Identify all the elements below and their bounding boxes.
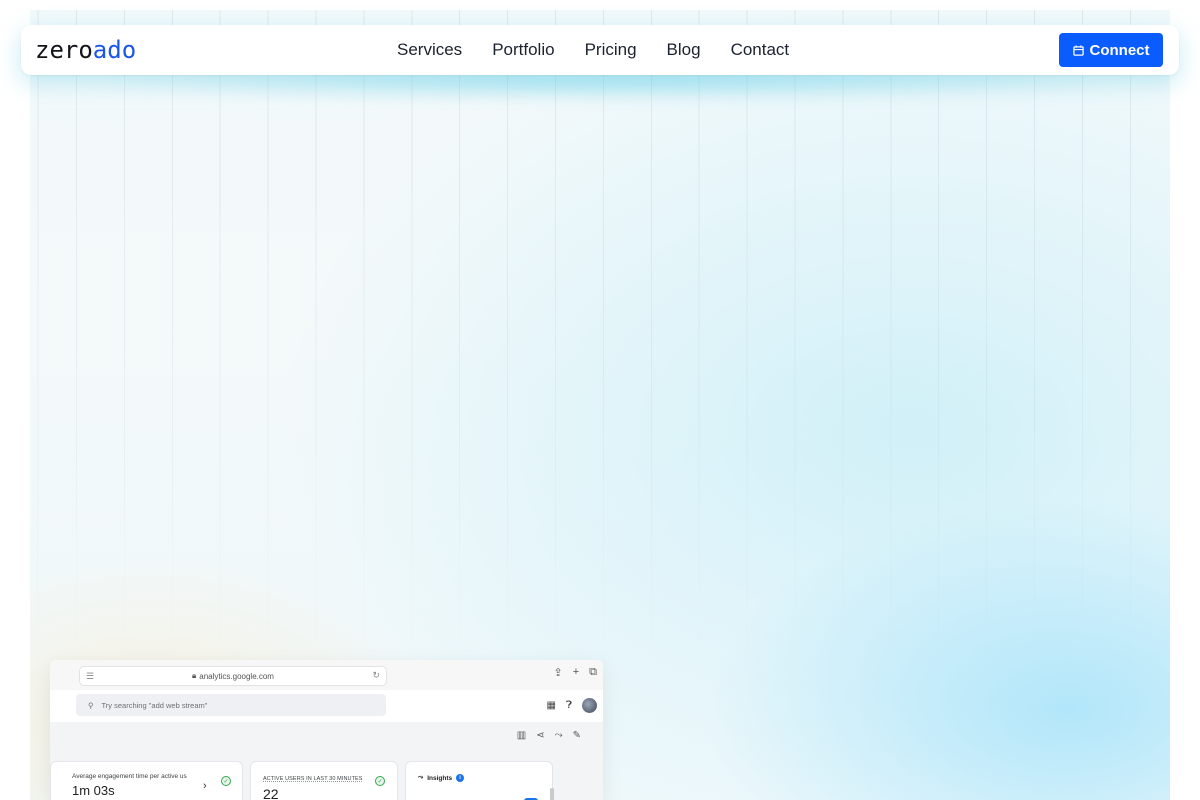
avatar	[582, 698, 597, 713]
logo-text-zero: zero	[35, 36, 93, 64]
navbar: zero ado Services Portfolio Pricing Blog …	[21, 25, 1179, 75]
logo[interactable]: zero ado	[35, 36, 136, 64]
plus-icon: +	[572, 666, 580, 678]
url-bar: ☰ 🔒︎ analytics.google.com ↻	[79, 666, 387, 686]
compare-icon: ▥	[516, 730, 527, 741]
browser-actions: ⇪ + ⧉	[553, 666, 597, 679]
insights-card: ⤳ Insights i	[405, 761, 553, 800]
metric-value: 22	[263, 786, 279, 800]
metric-value: 1m 03s	[72, 783, 115, 798]
apps-grid-icon: ▦	[546, 700, 556, 711]
calendar-icon	[1072, 44, 1084, 56]
metric-card-active-users: ACTIVE USERS IN LAST 30 MINUTES 22 ✓	[250, 761, 398, 800]
logo-text-ado: ado	[92, 36, 137, 64]
metric-card-engagement: Average engagement time per active us 1m…	[50, 761, 243, 800]
share-icon: ⇪	[553, 667, 563, 679]
share-icon: ⋖	[536, 730, 545, 741]
edit-icon: ✎	[572, 730, 581, 741]
nav-link-blog[interactable]: Blog	[667, 40, 701, 60]
tabs-icon: ⧉	[589, 666, 597, 678]
chevron-right-icon: ›	[203, 780, 207, 792]
nav-link-services[interactable]: Services	[397, 40, 462, 60]
lock-icon: 🔒︎	[192, 671, 197, 680]
main-nav: Services Portfolio Pricing Blog Contact	[397, 25, 789, 75]
connect-button-label: Connect	[1089, 41, 1150, 59]
insights-label: Insights	[427, 774, 453, 782]
nav-link-pricing[interactable]: Pricing	[585, 40, 637, 60]
insights-icon: ⤳	[554, 730, 563, 741]
check-circle-icon: ✓	[375, 776, 385, 786]
url-text: analytics.google.com	[199, 671, 274, 681]
sidebar-icon: ☰	[86, 671, 95, 681]
nav-link-portfolio[interactable]: Portfolio	[492, 40, 554, 60]
search-icon: ⚲	[88, 700, 94, 710]
report-toolbar: ▥ ⋖ ⤳ ✎	[50, 722, 603, 752]
analytics-search-input: ⚲ Try searching "add web stream"	[76, 694, 386, 716]
search-placeholder: Try searching "add web stream"	[101, 700, 208, 710]
metric-label: Average engagement time per active us	[72, 773, 187, 780]
analytics-app-bar: ⚲ Try searching "add web stream" ▦ ❓︎	[50, 690, 603, 723]
browser-chrome-bar: ☰ 🔒︎ analytics.google.com ↻ ⇪ + ⧉	[50, 660, 603, 691]
check-circle-icon: ✓	[221, 776, 231, 786]
insights-trend-icon: ⤳	[418, 774, 424, 781]
help-icon: ❓︎	[565, 700, 572, 711]
scrollbar	[550, 788, 554, 800]
browser-mockup: ☰ 🔒︎ analytics.google.com ↻ ⇪ + ⧉ ⚲ Try …	[50, 660, 603, 800]
info-icon: i	[456, 774, 465, 782]
insights-header: ⤳ Insights i	[418, 774, 465, 782]
metric-label: ACTIVE USERS IN LAST 30 MINUTES	[263, 776, 363, 782]
nav-link-contact[interactable]: Contact	[731, 40, 790, 60]
connect-button[interactable]: Connect	[1059, 33, 1163, 67]
app-bar-icons: ▦ ❓︎	[547, 698, 597, 713]
report-toolbar-icons: ▥ ⋖ ⤳ ✎	[517, 730, 581, 741]
reload-icon: ↻	[372, 670, 380, 680]
